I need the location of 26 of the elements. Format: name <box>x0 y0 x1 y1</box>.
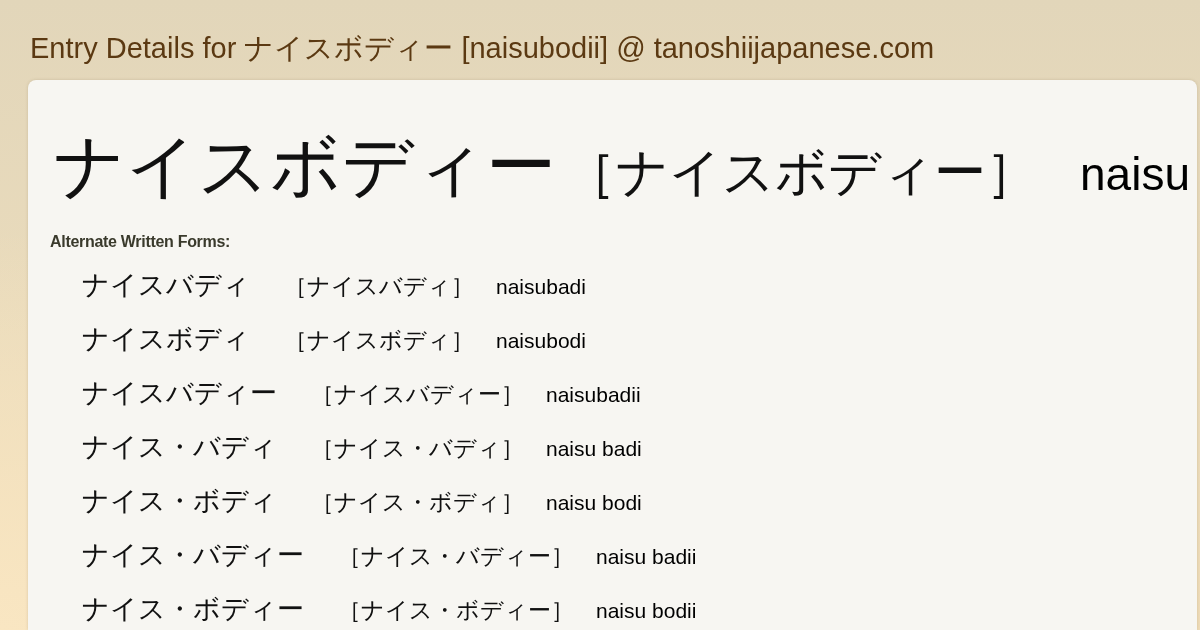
alternate-form-reading: ［ナイス・バディ］ <box>311 434 524 463</box>
headword-reading: ［ナイスボディー］ <box>564 141 1038 204</box>
page-title: Entry Details for ナイスボディー [naisubodii] @ tanoshiijapanese.com <box>29 31 936 66</box>
alternate-form-romaji: naisu badii <box>596 544 697 570</box>
alternate-form-word: ナイス・バディ <box>82 431 277 463</box>
alternate-form-word: ナイス・ボディ <box>82 485 277 517</box>
alternate-form-romaji: naisubadii <box>546 382 641 408</box>
alternate-form-reading: ［ナイスバディー］ <box>311 380 524 409</box>
alternate-form-word: ナイス・バディー <box>82 539 304 571</box>
alternate-form-reading: ［ナイスボディ］ <box>284 326 474 355</box>
headword: ナイスボディー <box>53 124 556 208</box>
alternate-form-romaji: naisu bodi <box>546 490 642 516</box>
alternate-form-romaji: naisu badi <box>546 436 642 462</box>
alternate-form-romaji: naisubodi <box>496 328 586 354</box>
alternate-form-romaji: naisu bodii <box>596 598 697 624</box>
alternate-form-word: ナイスボディ <box>82 323 250 355</box>
alternate-form-word: ナイス・ボディー <box>82 593 304 625</box>
alternate-form-reading: ［ナイス・ボディー］ <box>338 596 574 625</box>
alternate-form-romaji: naisubadi <box>496 274 586 300</box>
alternate-form-reading: ［ナイス・ボディ］ <box>311 488 524 517</box>
alternate-form-word: ナイスバディ <box>82 269 250 301</box>
alternate-form-reading: ［ナイスバディ］ <box>284 272 474 301</box>
headword-romaji: naisu <box>1080 147 1190 201</box>
alternate-form-word: ナイスバディー <box>82 377 277 409</box>
section-label: Alternate Written Forms: <box>50 232 232 252</box>
alternate-form-reading: ［ナイス・バディー］ <box>338 542 574 571</box>
